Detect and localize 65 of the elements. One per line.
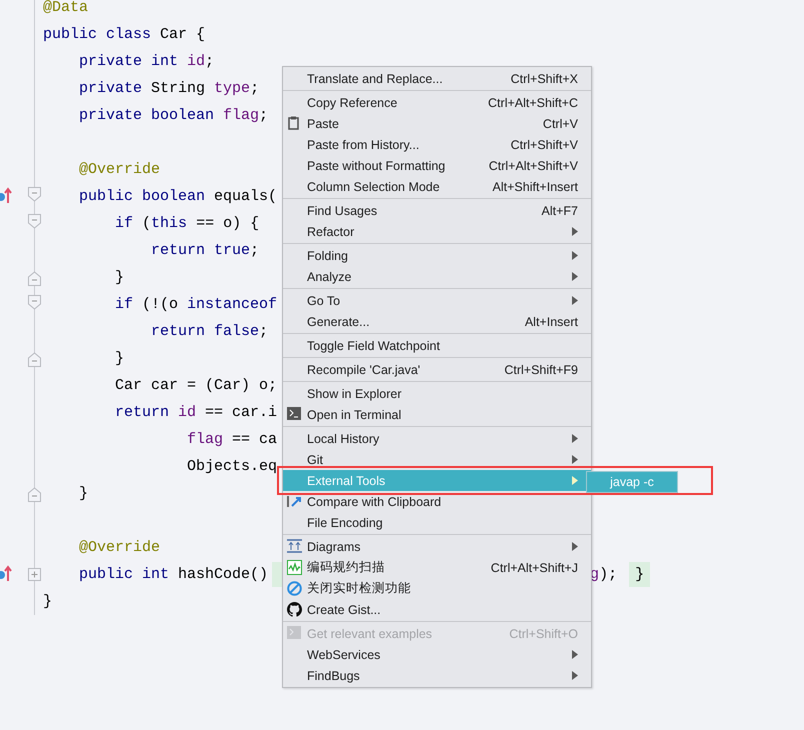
folded-brace[interactable]: }: [629, 562, 650, 587]
fold-icon[interactable]: [28, 295, 41, 310]
annotation-line: @Override: [78, 538, 160, 558]
menu-item[interactable]: Compare with Clipboard: [283, 491, 591, 512]
override-icon[interactable]: [0, 187, 12, 203]
menu-item[interactable]: Translate and Replace... Ctrl+Shift+X: [283, 68, 591, 89]
compare-icon: [287, 494, 302, 509]
menu-item[interactable]: 关闭实时检测功能: [283, 578, 591, 599]
expand-icon[interactable]: [28, 568, 41, 581]
fold-icon[interactable]: [28, 214, 41, 229]
code-line: Objects.eq: [186, 457, 278, 477]
menu-item[interactable]: 编码规约扫描 Ctrl+Alt+Shift+J: [283, 557, 591, 578]
code-line: }: [78, 484, 88, 504]
menu-item[interactable]: Recompile 'Car.java' Ctrl+Shift+F9: [283, 359, 591, 380]
menu-item[interactable]: Column Selection Mode Alt+Shift+Insert: [283, 176, 591, 197]
menu-item[interactable]: Generate... Alt+Insert: [283, 311, 591, 332]
menu-item[interactable]: Paste from History... Ctrl+Shift+V: [283, 134, 591, 155]
diagram-icon: [287, 539, 302, 553]
fold-icon[interactable]: [28, 271, 41, 286]
code-line: return true;: [150, 241, 260, 261]
github-icon: [287, 602, 302, 617]
terminal-icon: [287, 626, 301, 639]
menu-item[interactable]: Local History: [283, 428, 591, 449]
menu-item[interactable]: WebServices: [283, 644, 591, 665]
code-line: if (!(o instanceof: [114, 295, 278, 315]
clipboard-icon: [287, 116, 300, 130]
code-line: private int id;: [78, 52, 214, 72]
menu-item[interactable]: File Encoding: [283, 512, 591, 533]
menu-item[interactable]: Create Gist...: [283, 599, 591, 620]
menu-item[interactable]: Folding: [283, 245, 591, 266]
code-line: Car car = (Car) o;: [114, 376, 278, 396]
menu-item[interactable]: Refactor: [283, 221, 591, 242]
menu-item[interactable]: Go To: [283, 290, 591, 311]
menu-item[interactable]: Find Usages Alt+F7: [283, 200, 591, 221]
fold-icon[interactable]: [28, 487, 41, 502]
menu-item[interactable]: Paste Ctrl+V: [283, 113, 591, 134]
menu-item[interactable]: Show in Explorer: [283, 383, 591, 404]
code-line: return false;: [150, 322, 268, 342]
code-line: if (this == o) {: [114, 214, 260, 234]
fold-icon[interactable]: [28, 352, 41, 367]
menu-item[interactable]: FindBugs: [283, 665, 591, 686]
menu-item[interactable]: Open in Terminal: [283, 404, 591, 425]
menu-item[interactable]: Toggle Field Watchpoint: [283, 335, 591, 356]
code-line: public class Car {: [43, 25, 206, 45]
terminal-icon: [287, 407, 301, 420]
annotation-line: @Data: [43, 0, 88, 18]
annotation-line: @Override: [78, 160, 160, 180]
menu-item[interactable]: Git: [283, 449, 591, 470]
code-line: }: [114, 349, 124, 369]
menu-item[interactable]: Paste without Formatting Ctrl+Alt+Shift+V: [283, 155, 591, 176]
code-line: public int hashCode(): [78, 565, 268, 585]
scan-icon: [287, 560, 302, 575]
code-line: private String type;: [78, 79, 260, 99]
prohibited-icon: [287, 581, 302, 596]
code-line: private boolean flag;: [78, 106, 268, 126]
code-line: }: [114, 268, 124, 288]
override-icon[interactable]: [0, 565, 12, 581]
menu-item[interactable]: Copy Reference Ctrl+Alt+Shift+C: [283, 92, 591, 113]
code-line: return id == car.i: [114, 403, 278, 423]
menu-item[interactable]: Analyze: [283, 266, 591, 287]
code-line: public boolean equals(: [78, 187, 278, 207]
code-line: flag == ca: [186, 430, 278, 450]
code-line: }: [43, 592, 52, 612]
fold-icon[interactable]: [28, 187, 41, 202]
menu-item[interactable]: Diagrams: [283, 536, 591, 557]
